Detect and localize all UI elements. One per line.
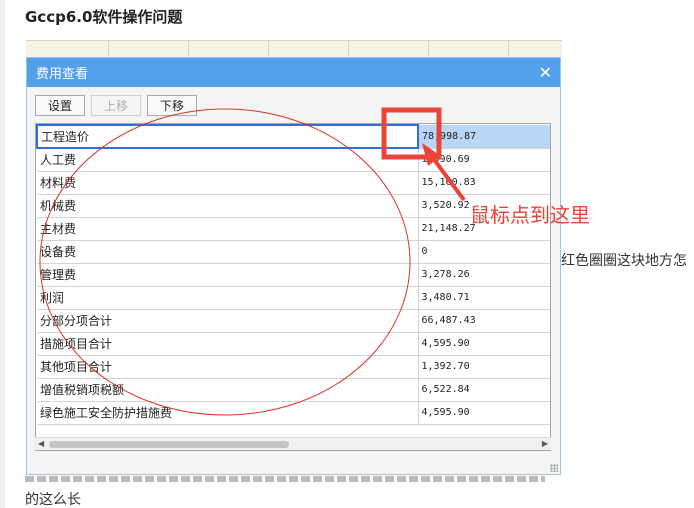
row-name-cell[interactable]: 主材费 bbox=[37, 217, 419, 241]
resize-grip-icon[interactable] bbox=[550, 464, 558, 472]
table-row[interactable]: 设备费 0 bbox=[37, 240, 550, 264]
row-value-cell[interactable]: 78,998.87 bbox=[418, 125, 550, 149]
row-value-cell[interactable]: 1,392.70 bbox=[418, 355, 550, 379]
table-row[interactable]: 人工费 1,590.69 bbox=[37, 148, 550, 172]
table-row[interactable]: 工程造价 78,998.87 bbox=[36, 124, 550, 149]
row-value-cell[interactable]: 4,595.90 bbox=[418, 401, 550, 425]
scroll-right-icon[interactable]: ▶ bbox=[542, 439, 548, 448]
row-name-cell[interactable]: 绿色施工安全防护措施费 bbox=[37, 401, 419, 425]
table-row[interactable]: 措施项目合计 4,595.90 bbox=[37, 332, 550, 356]
row-name-cell[interactable]: 措施项目合计 bbox=[37, 332, 419, 356]
horizontal-scrollbar[interactable]: ◀ ▶ bbox=[35, 437, 551, 450]
scrollbar-thumb[interactable] bbox=[49, 441, 289, 448]
row-name-cell[interactable]: 人工费 bbox=[37, 148, 419, 172]
table-row[interactable]: 管理费 3,278.26 bbox=[37, 263, 550, 287]
row-name-cell[interactable]: 设备费 bbox=[37, 240, 419, 264]
dialog-header: 费用查看 ✕ bbox=[27, 58, 560, 87]
cost-view-dialog: 费用查看 ✕ 设置 上移 下移 工程造价 78,998.87 人工费 1,590.69… bbox=[26, 57, 561, 475]
row-name-cell[interactable]: 其他项目合计 bbox=[37, 355, 419, 379]
row-name-cell[interactable]: 增值税销项税额 bbox=[37, 378, 419, 402]
move-up-button[interactable]: 上移 bbox=[91, 95, 141, 116]
row-name-cell[interactable]: 利润 bbox=[37, 286, 419, 310]
dialog-toolbar: 设置 上移 下移 bbox=[35, 95, 197, 116]
background-table-header bbox=[26, 40, 562, 59]
row-name-cell[interactable]: 材料费 bbox=[37, 171, 419, 195]
table-row[interactable]: 增值税销项税额 6,522.84 bbox=[37, 378, 550, 402]
row-value-cell[interactable]: 1,590.69 bbox=[418, 148, 550, 172]
row-value-cell[interactable]: 66,487.43 bbox=[418, 309, 550, 333]
table-row[interactable]: 绿色施工安全防护措施费 4,595.90 bbox=[37, 401, 550, 425]
move-down-button[interactable]: 下移 bbox=[147, 95, 197, 116]
dialog-title: 费用查看 bbox=[36, 67, 89, 82]
row-value-cell[interactable]: 6,522.84 bbox=[418, 378, 550, 402]
row-value-cell[interactable]: 15,160.83 bbox=[418, 171, 550, 195]
callout-text: 鼠标点到这里 bbox=[470, 203, 590, 227]
cost-grid: 工程造价 78,998.87 人工费 1,590.69 材料费 15,160.83 机械费 3… bbox=[35, 123, 551, 451]
row-name-cell[interactable]: 机械费 bbox=[37, 194, 419, 218]
close-icon[interactable]: ✕ bbox=[539, 64, 552, 81]
table-row[interactable]: 分部分项合计 66,487.43 bbox=[37, 309, 550, 333]
row-value-cell[interactable]: 4,595.90 bbox=[418, 332, 550, 356]
table-row[interactable]: 其他项目合计 1,392.70 bbox=[37, 355, 550, 379]
row-value-cell[interactable]: 3,278.26 bbox=[418, 263, 550, 287]
row-name-cell[interactable]: 分部分项合计 bbox=[37, 309, 419, 333]
page-title: Gccp6.0软件操作问题 bbox=[25, 8, 183, 26]
settings-button[interactable]: 设置 bbox=[35, 95, 85, 116]
cost-table: 工程造价 78,998.87 人工费 1,590.69 材料费 15,160.83 机械费 3… bbox=[36, 124, 550, 425]
row-value-cell[interactable]: 0 bbox=[418, 240, 550, 264]
scroll-left-icon[interactable]: ◀ bbox=[38, 439, 44, 448]
row-name-cell[interactable]: 管理费 bbox=[37, 263, 419, 287]
post-text-line: 的这么长 bbox=[25, 492, 81, 508]
table-row[interactable]: 利润 3,480.71 bbox=[37, 286, 550, 310]
row-name-cell[interactable]: 工程造价 bbox=[36, 124, 419, 149]
side-note-text: 红色圈圈这块地方怎 bbox=[561, 253, 687, 269]
row-value-cell[interactable]: 3,480.71 bbox=[418, 286, 550, 310]
table-row[interactable]: 材料费 15,160.83 bbox=[37, 171, 550, 195]
left-edge-bar bbox=[0, 0, 5, 508]
